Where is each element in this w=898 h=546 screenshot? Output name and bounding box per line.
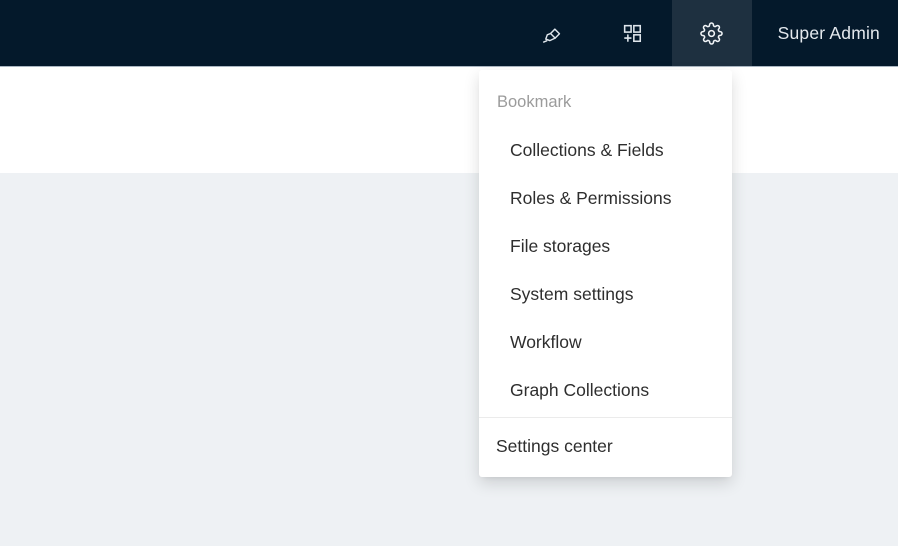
menu-item-roles-permissions[interactable]: Roles & Permissions	[479, 174, 732, 222]
blocks-add-icon	[621, 22, 643, 44]
menu-item-graph-collections[interactable]: Graph Collections	[479, 366, 732, 414]
menu-item-workflow[interactable]: Workflow	[479, 318, 732, 366]
settings-dropdown-menu: Bookmark Collections & Fields Roles & Pe…	[479, 70, 732, 477]
menu-item-settings-center[interactable]: Settings center	[479, 418, 732, 477]
current-user-menu[interactable]: Super Admin	[752, 0, 898, 66]
ui-editor-button[interactable]	[512, 0, 592, 66]
menu-item-collections-fields[interactable]: Collections & Fields	[479, 126, 732, 174]
bookmark-group-label: Bookmark	[479, 91, 732, 126]
menu-item-file-storages[interactable]: File storages	[479, 222, 732, 270]
top-navigation-bar: Super Admin	[0, 0, 898, 66]
highlighter-icon	[540, 22, 563, 45]
settings-gear-icon	[700, 22, 723, 45]
menu-item-system-settings[interactable]: System settings	[479, 270, 732, 318]
add-plugin-button[interactable]	[592, 0, 672, 66]
page-header-area	[0, 66, 898, 173]
page-content-area	[0, 173, 898, 546]
settings-button[interactable]	[672, 0, 752, 66]
